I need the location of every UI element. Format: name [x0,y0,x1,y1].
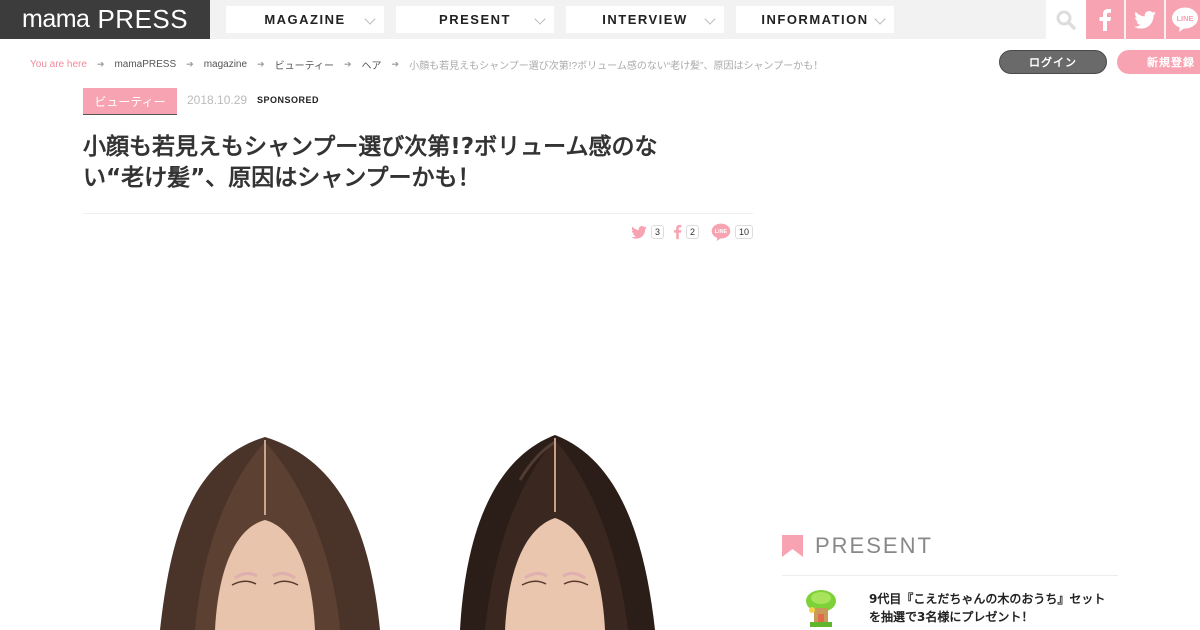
post-date: 2018.10.29 [187,93,248,107]
chevron-down-icon [704,13,716,25]
divider [83,213,753,214]
nav-tab-label: PRESENT [439,12,511,27]
present-thumbnail[interactable] [800,588,842,630]
nav-tab-interview[interactable]: INTERVIEW [566,6,724,33]
arrow-right-icon: ➔ [391,58,400,69]
bookmark-icon [782,535,803,557]
nav-tab-present[interactable]: PRESENT [396,6,554,33]
breadcrumb-current: 小顔も若見えもシャンプー選び次第!?ボリューム感のない“老け髪”、原因はシャンプ… [409,60,824,72]
search-button[interactable] [1046,0,1086,39]
line-share-count: 10 [735,225,754,239]
article-title: 小顔も若見えもシャンプー選び次第!?ボリューム感のない“老け髪”、原因はシャンプ… [83,134,658,191]
facebook-icon [673,224,682,240]
line-icon: LINE [711,223,731,241]
nav-tab-information[interactable]: INFORMATION [736,6,894,33]
category-tag[interactable]: ビューティー [83,88,177,115]
nav-tab-label: INTERVIEW [602,12,688,27]
twitter-header-button[interactable] [1126,0,1164,39]
line-icon: LINE [1172,7,1198,32]
arrow-right-icon: ➔ [186,58,194,69]
register-button[interactable]: 新規登録 [1117,50,1200,74]
arrow-right-icon: ➔ [344,58,352,69]
chevron-down-icon [874,13,886,25]
nav-tab-label: INFORMATION [761,12,869,27]
breadcrumb-item-beauty[interactable]: ビューティー [275,57,334,72]
breadcrumb-item-magazine[interactable]: magazine [204,59,247,70]
divider [782,575,1118,576]
facebook-share-button[interactable]: 2 [673,222,700,242]
search-icon [1056,10,1076,30]
arrow-right-icon: ➔ [257,58,265,69]
arrow-right-icon: ➔ [96,58,105,69]
twitter-icon [631,225,647,239]
hair-before-illustration [160,437,380,630]
nav-tab-label: MAGAZINE [264,12,346,27]
nav-tab-magazine[interactable]: MAGAZINE [226,6,384,33]
present-section-header: PRESENT [782,533,933,559]
svg-text:LINE: LINE [715,229,728,235]
breadcrumb-item-hair[interactable]: ヘア [362,57,382,72]
twitter-icon [1134,10,1156,29]
line-header-button[interactable]: LINE [1166,0,1200,39]
breadcrumb: You are here ➔ mamaPRESS ➔ magazine ➔ ビュ… [30,57,824,72]
logo-mama-text: mama [22,5,90,33]
twitter-share-count: 3 [651,225,665,239]
breadcrumb-item-home[interactable]: mamaPRESS [114,59,176,70]
breadcrumb-here-label: You are here [30,58,87,70]
hair-after-illustration [460,435,655,630]
facebook-header-button[interactable] [1086,0,1124,39]
facebook-icon [1099,8,1111,31]
twitter-share-button[interactable]: 3 [631,222,665,242]
chevron-down-icon [534,13,546,25]
present-item-link[interactable]: 9代目『こえだちゃんの木のおうち』セットを抽選で3名様にプレゼント！ [869,590,1109,626]
facebook-share-count: 2 [686,225,700,239]
hero-image [160,435,655,630]
login-button[interactable]: ログイン [999,50,1107,74]
sponsored-label: SPONSORED [257,95,320,105]
chevron-down-icon [364,13,376,25]
svg-text:LINE: LINE [1176,14,1193,23]
present-heading: PRESENT [815,533,933,558]
line-share-button[interactable]: LINE 10 [711,222,754,242]
site-logo[interactable]: mama PRESS [0,0,210,39]
logo-press-text: PRESS [97,4,189,34]
